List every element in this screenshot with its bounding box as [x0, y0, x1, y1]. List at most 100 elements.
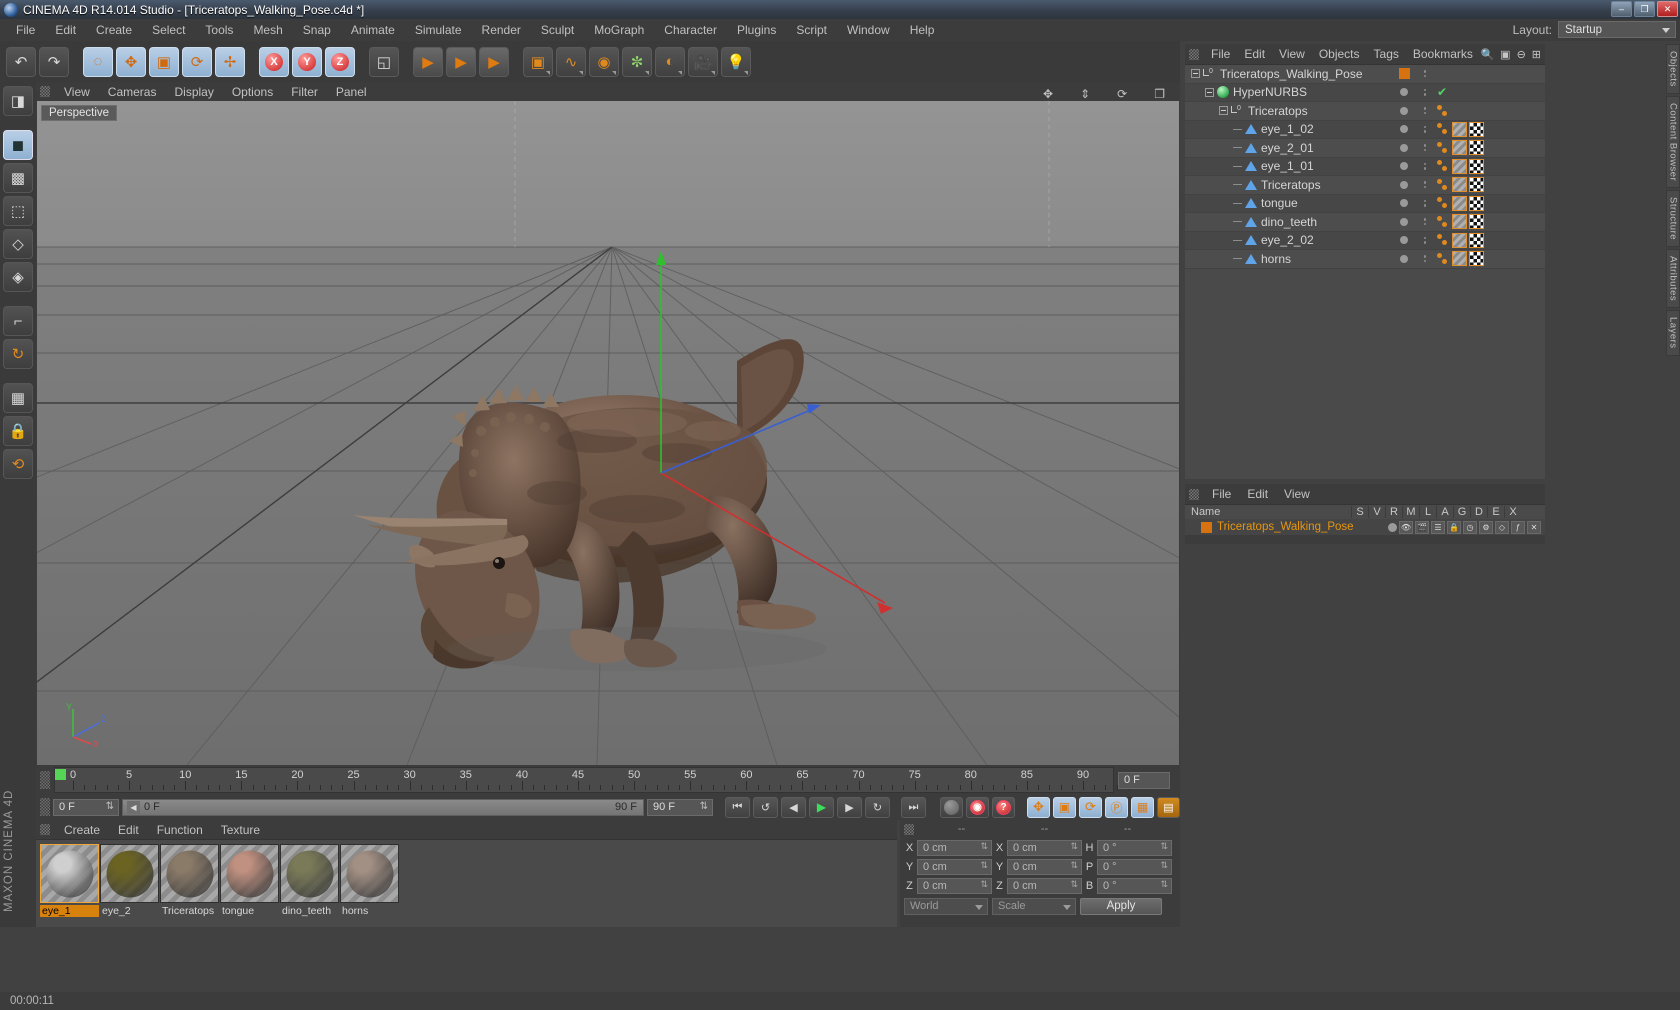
menu-item-edit[interactable]: Edit [45, 21, 86, 39]
rotation-field-b[interactable]: 0 ° [1097, 877, 1172, 894]
add-scene-object-button[interactable]: ◐ [655, 46, 685, 77]
material-item[interactable]: tongue [220, 844, 279, 927]
object-row[interactable]: 0 Triceratops [1185, 102, 1545, 121]
phong-tag-icon[interactable] [1437, 104, 1450, 118]
add-light-button[interactable]: 💡 [721, 46, 751, 77]
editor-render-dots[interactable] [1417, 107, 1433, 115]
solo-toggle[interactable] [1388, 522, 1397, 532]
render-settings-button[interactable]: ▶ [479, 46, 509, 77]
uvw-tag-icon[interactable] [1469, 195, 1484, 211]
options-icon[interactable]: ⊞ [1532, 48, 1541, 61]
tag-area[interactable] [1433, 251, 1545, 267]
menu-item-window[interactable]: Window [837, 21, 900, 39]
visibility-dot-cell[interactable] [1391, 217, 1417, 226]
uvw-tag-icon[interactable] [1469, 177, 1484, 193]
uvw-tag-icon[interactable] [1469, 214, 1484, 230]
apply-button[interactable]: Apply [1080, 897, 1162, 915]
material-item[interactable]: dino_teeth [280, 844, 339, 927]
rotation-key-toggle[interactable]: ⟳ [1079, 796, 1102, 818]
visibility-dot-cell[interactable] [1391, 180, 1417, 189]
timeline-scrub-track[interactable]: ◀ 0 F 90 F [122, 798, 644, 816]
tag-area[interactable] [1433, 214, 1545, 230]
material-tag-icon[interactable] [1452, 251, 1467, 267]
visibility-dot-cell[interactable] [1391, 199, 1417, 208]
object-row[interactable]: eye_1_01 [1185, 157, 1545, 176]
add-cube-button[interactable]: ▣ [523, 46, 553, 77]
object-menu-objects[interactable]: Objects [1312, 46, 1367, 62]
filter-icon[interactable]: ▣ [1500, 48, 1510, 61]
tag-area[interactable] [1433, 232, 1545, 248]
tag-area[interactable] [1433, 121, 1545, 137]
object-row[interactable]: eye_2_02 [1185, 231, 1545, 250]
phong-tag-icon[interactable] [1437, 233, 1450, 247]
scale-key-toggle[interactable]: ▣ [1053, 796, 1076, 818]
workplane-tool[interactable]: ⟲ [3, 449, 33, 479]
tag-area[interactable] [1433, 104, 1545, 118]
panel-grip-icon[interactable] [1189, 48, 1199, 60]
next-frame-button[interactable]: ▶ [837, 796, 862, 818]
visibility-toggle-dots[interactable] [1421, 125, 1430, 133]
phong-tag-icon[interactable] [1437, 252, 1450, 266]
object-menu-bookmarks[interactable]: Bookmarks [1406, 46, 1480, 62]
visibility-dot-cell[interactable] [1391, 68, 1417, 80]
rotation-field-p[interactable]: 0 ° [1097, 858, 1172, 875]
z-axis-lock[interactable]: Z [325, 46, 355, 77]
x-axis-lock[interactable]: X [259, 46, 289, 77]
menu-item-render[interactable]: Render [472, 21, 531, 39]
visibility-toggle-dots[interactable] [1421, 181, 1430, 189]
phong-tag-icon[interactable] [1437, 196, 1450, 210]
rotation-field-h[interactable]: 0 ° [1097, 839, 1172, 856]
panel-grip-icon[interactable] [40, 798, 50, 816]
visibility-dot-cell[interactable] [1391, 143, 1417, 152]
visibility-toggle-icon[interactable]: 👁 [1399, 520, 1413, 534]
editor-render-dots[interactable] [1417, 144, 1433, 152]
live-selection-tool[interactable]: ◌ [83, 46, 113, 77]
object-row[interactable]: eye_1_02 [1185, 120, 1545, 139]
editor-render-dots[interactable] [1417, 181, 1433, 189]
layer-column-r[interactable]: R [1385, 506, 1402, 518]
timeline-ruler[interactable]: 0 5 10 15 20 25 30 35 40 45 50 55 60 65 70 75 80 85 90 [54, 767, 1129, 793]
animation-mode-toggle[interactable]: ▤ [1157, 796, 1180, 818]
material-item[interactable]: eye_1 [40, 844, 99, 927]
menu-item-animate[interactable]: Animate [341, 21, 405, 39]
render-view-button[interactable]: ▶ [413, 46, 443, 77]
material-menu-texture[interactable]: Texture [212, 822, 269, 838]
object-row[interactable]: Triceratops [1185, 176, 1545, 195]
object-row[interactable]: eye_2_01 [1185, 139, 1545, 158]
uvw-tag-icon[interactable] [1469, 251, 1484, 267]
material-preview[interactable] [220, 844, 279, 903]
viewport-menu-panel[interactable]: Panel [327, 84, 376, 100]
visibility-dot[interactable] [1400, 143, 1408, 152]
points-mode-tool[interactable]: ⬚ [3, 196, 33, 226]
visibility-dot-cell[interactable] [1391, 125, 1417, 134]
panel-grip-icon[interactable] [1189, 488, 1199, 500]
object-row[interactable]: dino_teeth [1185, 213, 1545, 232]
material-tag-icon[interactable] [1452, 158, 1467, 174]
material-tag-icon[interactable] [1452, 214, 1467, 230]
viewport-menu-cameras[interactable]: Cameras [99, 84, 166, 100]
edges-mode-tool[interactable]: ◇ [3, 229, 33, 259]
position-field-x[interactable]: 0 cm [917, 839, 992, 856]
layer-column-l[interactable]: L [1419, 506, 1436, 518]
position-field-z[interactable]: 0 cm [917, 877, 992, 894]
position-field-y[interactable]: 0 cm [917, 858, 992, 875]
material-tag-icon[interactable] [1452, 140, 1467, 156]
object-menu-view[interactable]: View [1272, 46, 1312, 62]
layer-column-g[interactable]: G [1453, 506, 1470, 518]
menu-item-simulate[interactable]: Simulate [405, 21, 472, 39]
tag-area[interactable] [1433, 177, 1545, 193]
size-field-z[interactable]: 0 cm [1007, 877, 1082, 894]
editor-render-dots[interactable] [1417, 199, 1433, 207]
layer-menu-edit[interactable]: Edit [1239, 486, 1276, 502]
autokeying-button[interactable]: ◉ [966, 796, 989, 818]
menu-item-mograph[interactable]: MoGraph [584, 21, 654, 39]
uvw-tag-icon[interactable] [1469, 140, 1484, 156]
editor-render-dots[interactable] [1417, 218, 1433, 226]
rotate-icon[interactable]: ⟳ [1108, 86, 1136, 102]
phong-tag-icon[interactable] [1437, 159, 1450, 173]
make-editable-tool[interactable]: ◨ [3, 86, 33, 116]
visibility-dot[interactable] [1400, 217, 1408, 226]
material-item[interactable]: horns [340, 844, 399, 927]
pan-icon[interactable]: ✥ [1034, 86, 1062, 102]
layer-color-swatch[interactable] [1201, 521, 1212, 533]
